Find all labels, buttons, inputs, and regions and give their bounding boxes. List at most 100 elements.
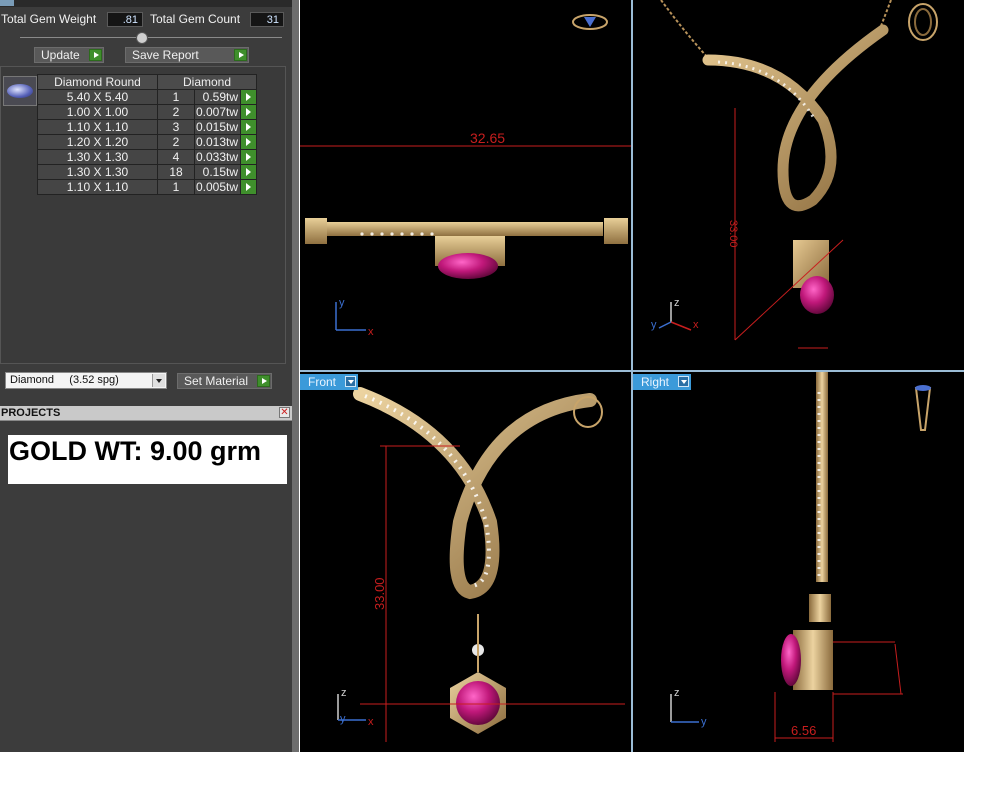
gem-table: Diamond Round Diamond 5.40 X 5.40 1 0.59tw… bbox=[37, 74, 257, 195]
axis-x-label: x bbox=[693, 319, 699, 331]
dimension-label: 6.56 bbox=[791, 723, 816, 738]
projects-header: PROJECTS ✕ bbox=[0, 406, 292, 421]
update-button[interactable]: Update bbox=[34, 47, 104, 63]
chain-right bbox=[880, 0, 892, 27]
play-icon[interactable] bbox=[240, 164, 257, 180]
total-gem-weight-label: Total Gem Weight bbox=[1, 12, 97, 26]
gem-qty: 1 bbox=[157, 179, 195, 195]
chevron-down-icon[interactable] bbox=[152, 374, 165, 387]
panel-tab[interactable] bbox=[0, 0, 14, 6]
panel-top-strip bbox=[0, 0, 292, 7]
axis-x-label: x bbox=[368, 326, 374, 338]
chevron-down-icon[interactable] bbox=[345, 376, 357, 387]
axis-gizmo: z x y bbox=[651, 297, 699, 331]
gem-size: 1.30 X 1.30 bbox=[37, 149, 158, 165]
gem-qty: 2 bbox=[157, 104, 195, 120]
play-icon[interactable] bbox=[240, 134, 257, 150]
gem-weight: 0.007tw bbox=[194, 104, 241, 120]
update-button-label: Update bbox=[41, 48, 80, 62]
gem-qty: 1 bbox=[157, 89, 195, 105]
diamond-thumbnail[interactable] bbox=[3, 76, 37, 106]
view-cube-icon[interactable] bbox=[914, 385, 932, 431]
viewport-front[interactable]: 33.00 z y x Front bbox=[300, 372, 631, 752]
viewport-front-dropdown[interactable]: Front bbox=[300, 374, 359, 390]
viewport-divider-vertical[interactable] bbox=[631, 0, 633, 752]
diamond-icon bbox=[7, 84, 33, 98]
play-icon[interactable] bbox=[240, 119, 257, 135]
ruby-stone bbox=[800, 276, 834, 314]
total-gem-count-label: Total Gem Count bbox=[150, 12, 241, 26]
table-row[interactable]: 1.00 X 1.00 2 0.007tw bbox=[37, 104, 257, 120]
set-material-button[interactable]: Set Material bbox=[177, 373, 272, 389]
axis-gizmo: z y bbox=[670, 687, 707, 728]
dimension-label: 32.65 bbox=[470, 130, 505, 146]
ruby-stone bbox=[781, 634, 801, 686]
viewport-perspective[interactable]: 33.00 z x y bbox=[633, 0, 964, 370]
viewport-right-dropdown[interactable]: Right bbox=[633, 374, 692, 390]
gem-table-header: Diamond Round Diamond bbox=[37, 74, 257, 90]
total-gem-count-value: 31 bbox=[250, 12, 284, 27]
ruby-stone bbox=[456, 681, 500, 725]
perspective-view-drawing: 33.00 z x y bbox=[651, 0, 938, 349]
table-row[interactable]: 1.20 X 1.20 2 0.013tw bbox=[37, 134, 257, 150]
save-report-button[interactable]: Save Report bbox=[125, 47, 249, 63]
view-cube-icon[interactable] bbox=[572, 14, 608, 30]
gem-weight: 0.033tw bbox=[194, 149, 241, 165]
gem-weight: 0.59tw bbox=[194, 89, 241, 105]
material-select[interactable]: Diamond (3.52 spg) bbox=[5, 372, 167, 389]
set-material-label: Set Material bbox=[184, 374, 249, 388]
panel-slider-knob[interactable] bbox=[136, 32, 148, 44]
top-view-drawing: 32.65 y x bbox=[300, 14, 631, 338]
table-row[interactable]: 1.10 X 1.10 3 0.015tw bbox=[37, 119, 257, 135]
right-clasp bbox=[604, 218, 628, 244]
viewport-right[interactable]: 6.56 z y Right bbox=[633, 372, 964, 752]
ruby-stone bbox=[438, 253, 498, 279]
play-icon[interactable] bbox=[240, 149, 257, 165]
gem-size: 5.40 X 5.40 bbox=[37, 89, 158, 105]
dimension-label: 33.00 bbox=[727, 220, 739, 248]
gem-size: 1.20 X 1.20 bbox=[37, 134, 158, 150]
viewport-divider-horizontal[interactable] bbox=[300, 370, 964, 372]
right-view-drawing: 6.56 z y bbox=[670, 372, 932, 742]
gem-report-panel: Total Gem Weight .81 Total Gem Count 31 … bbox=[0, 0, 292, 752]
gem-weight: 0.15tw bbox=[194, 164, 241, 180]
gem-qty: 4 bbox=[157, 149, 195, 165]
play-icon[interactable] bbox=[240, 104, 257, 120]
play-icon[interactable] bbox=[240, 89, 257, 105]
panel-slider-track[interactable] bbox=[20, 37, 282, 38]
pendant-curve bbox=[353, 387, 597, 600]
gem-qty: 2 bbox=[157, 134, 195, 150]
axis-z-label: z bbox=[674, 297, 680, 309]
axis-y-label: y bbox=[701, 716, 707, 728]
view-cube-icon[interactable] bbox=[908, 3, 938, 41]
gem-size: 1.00 X 1.00 bbox=[37, 104, 158, 120]
viewport-front-label: Front bbox=[308, 375, 337, 389]
chevron-down-icon[interactable] bbox=[678, 376, 690, 387]
header-diamond: Diamond bbox=[157, 74, 257, 90]
left-clasp bbox=[305, 218, 327, 244]
gem-weight: 0.013tw bbox=[194, 134, 241, 150]
axis-gizmo: y x bbox=[335, 297, 374, 338]
gem-size: 1.10 X 1.10 bbox=[37, 119, 158, 135]
table-row[interactable]: 1.10 X 1.10 1 0.005tw bbox=[37, 179, 257, 195]
material-select-value: Diamond (3.52 spg) bbox=[10, 374, 119, 386]
close-icon[interactable]: ✕ bbox=[279, 407, 290, 418]
gem-stats-row: Total Gem Weight .81 Total Gem Count 31 bbox=[0, 11, 292, 29]
table-row[interactable]: 5.40 X 5.40 1 0.59tw bbox=[37, 89, 257, 105]
viewport-right-label: Right bbox=[641, 375, 670, 389]
axis-gizmo: z y x bbox=[337, 687, 374, 728]
header-diamond-round: Diamond Round bbox=[37, 74, 158, 90]
front-view-drawing: 33.00 z y x bbox=[337, 387, 625, 742]
gem-qty: 3 bbox=[157, 119, 195, 135]
play-icon[interactable] bbox=[240, 179, 257, 195]
panel-splitter[interactable] bbox=[292, 0, 299, 752]
save-report-label: Save Report bbox=[132, 48, 199, 62]
table-row[interactable]: 1.30 X 1.30 4 0.033tw bbox=[37, 149, 257, 165]
viewport-top[interactable]: 32.65 y x bbox=[300, 0, 631, 370]
play-icon bbox=[234, 49, 247, 61]
axis-z-label: z bbox=[341, 687, 347, 699]
gem-size: 1.10 X 1.10 bbox=[37, 179, 158, 195]
axis-y-label: y bbox=[340, 713, 346, 725]
table-row[interactable]: 1.30 X 1.30 18 0.15tw bbox=[37, 164, 257, 180]
gem-size: 1.30 X 1.30 bbox=[37, 164, 158, 180]
